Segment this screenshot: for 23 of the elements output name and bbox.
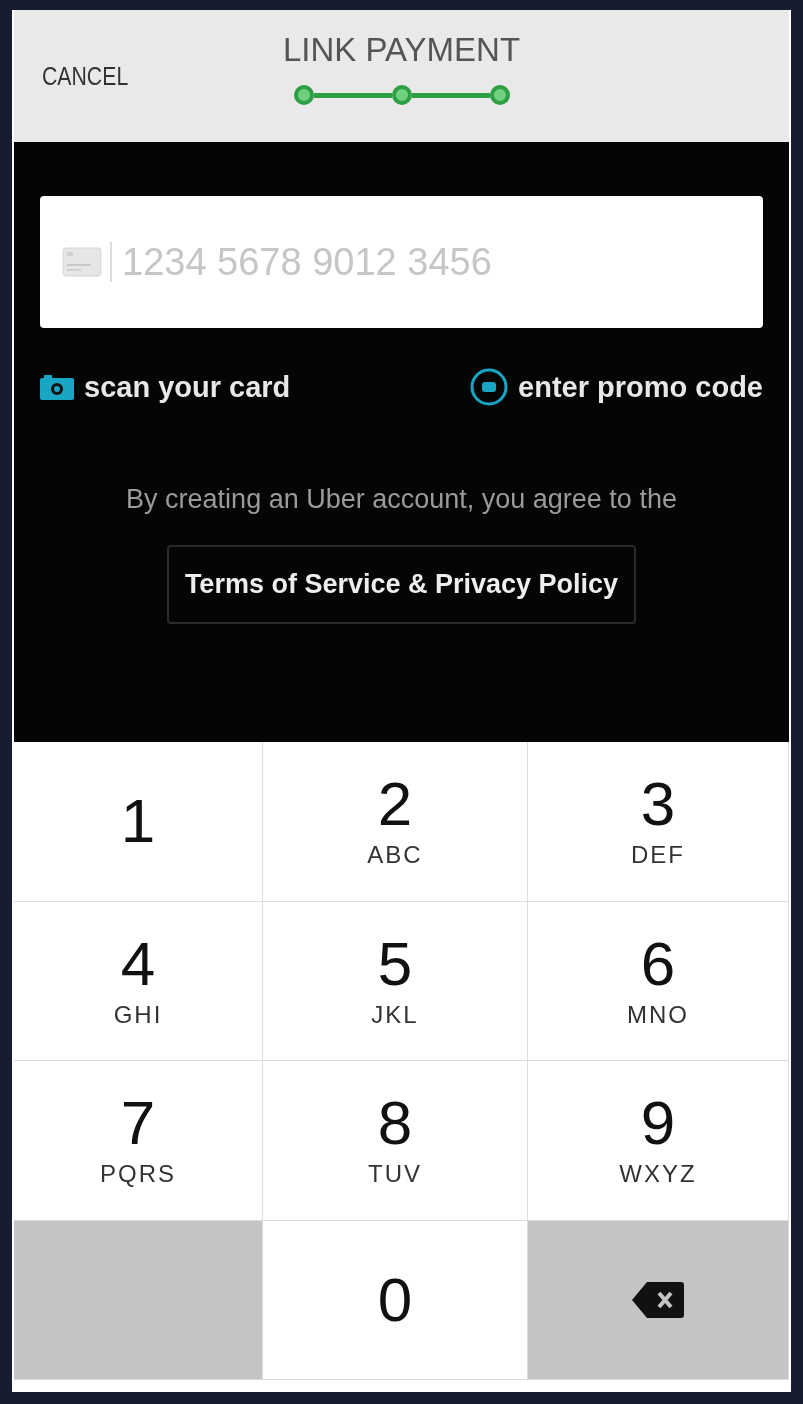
keypad-key[interactable]: 6 MNO bbox=[528, 901, 789, 1061]
backspace-icon bbox=[631, 1280, 685, 1319]
keypad-key[interactable]: 5 JKL bbox=[263, 901, 528, 1061]
keypad-key[interactable]: 2 ABC bbox=[263, 742, 528, 902]
scan-card-link[interactable]: scan your card bbox=[40, 370, 291, 404]
cancel-button[interactable]: CANCEL bbox=[42, 61, 170, 91]
terms-button[interactable]: Terms of Service & Privacy Policy bbox=[166, 545, 637, 624]
keypad-key[interactable]: 8 TUV bbox=[263, 1061, 528, 1221]
card-number-input[interactable]: 1234 5678 9012 3456 bbox=[120, 239, 741, 285]
promo-code-link[interactable]: enter promo code bbox=[470, 368, 763, 406]
credit-card-icon bbox=[62, 247, 102, 277]
camera-icon bbox=[40, 374, 74, 400]
backspace-key[interactable] bbox=[528, 1220, 789, 1380]
keypad-key[interactable]: 9 WXYZ bbox=[528, 1061, 789, 1221]
agreement-text: By creating an Uber account, you agree to the bbox=[126, 484, 677, 515]
keypad-key[interactable]: 3 DEF bbox=[528, 742, 789, 902]
keypad-key[interactable]: 0 bbox=[263, 1220, 528, 1380]
keypad-key[interactable]: 4 GHI bbox=[14, 901, 263, 1061]
card-number-field[interactable]: 1234 5678 9012 3456 bbox=[40, 196, 763, 328]
keypad-key[interactable]: 1 bbox=[14, 742, 263, 902]
keypad-key[interactable]: 7 PQRS bbox=[14, 1061, 263, 1221]
screen-title: LINK PAYMENT bbox=[282, 31, 521, 69]
promo-circle-icon bbox=[470, 368, 509, 406]
